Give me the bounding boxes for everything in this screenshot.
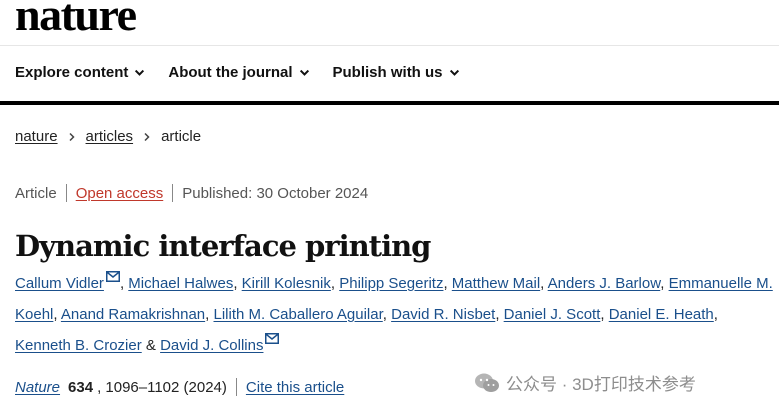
nav-explore-content-label: Explore content [15,64,129,81]
author-separator: , [330,275,336,292]
nav-publish-with-us-label: Publish with us [332,64,443,81]
mail-icon[interactable] [265,333,280,344]
author-link[interactable]: Anders J. Barlow [548,275,661,292]
open-access-link[interactable]: Open access [76,185,164,202]
author-link[interactable]: Daniel E. Heath [609,306,714,323]
nav-publish-with-us[interactable]: Publish with us [333,64,460,81]
author-separator: , [233,275,238,292]
author-separator: , [660,275,665,292]
chevron-down-icon [449,69,459,76]
chevron-right-icon [69,132,75,141]
author-link[interactable]: David R. Nisbet [391,306,495,323]
author-link[interactable]: Michael Halwes [128,275,233,292]
chevron-down-icon [299,69,309,76]
wechat-icon [475,373,499,392]
author-separator: , [540,275,545,292]
chevron-down-icon [135,69,145,76]
nav-about-journal-label: About the journal [168,64,293,81]
breadcrumb: nature articles article [15,128,201,145]
author-link[interactable]: David J. Collins [160,337,263,354]
breadcrumb-articles[interactable]: articles [86,128,134,145]
meta-divider [65,184,67,202]
main-nav: Explore content About the journal Publis… [15,64,460,81]
breadcrumb-article: article [161,128,202,145]
nature-logo[interactable]: nature [15,0,137,38]
nav-bottom-rule [0,101,779,105]
author-link[interactable]: Callum Vidler [15,275,104,292]
author-link[interactable]: Kenneth B. Crozier [15,337,142,354]
meta-divider [172,184,174,202]
author-separator: , [53,306,58,323]
breadcrumb-nature[interactable]: nature [15,128,58,145]
mail-icon[interactable] [105,271,120,282]
author-link[interactable]: Kirill Kolesnik [242,275,331,292]
author-separator: , [205,306,210,323]
cite-this-article-link[interactable]: Cite this article [246,379,344,396]
watermark: 公众号 · 3D打印技术参考 [474,370,696,395]
author-joiner: & [145,337,156,354]
journal-link[interactable]: Nature [15,379,60,396]
author-link[interactable]: Anand Ramakrishnan [61,306,205,323]
author-link[interactable]: Philipp Segeritz [339,275,443,292]
author-separator: , [600,306,605,323]
chevron-right-icon [144,132,150,141]
header-divider [0,45,779,46]
nav-about-journal[interactable]: About the journal [168,64,309,81]
article-type: Article [15,184,57,202]
nav-explore-content[interactable]: Explore content [15,64,145,81]
citation-divider [235,378,237,396]
author-link[interactable]: Daniel J. Scott [504,306,601,323]
watermark-text: 公众号 · 3D打印技术参考 [506,375,696,394]
author-link[interactable]: Matthew Mail [452,275,540,292]
author-separator: , [713,306,718,323]
published-date: Published: 30 October 2024 [182,184,369,202]
author-list: Callum Vidler, Michael Halwes, Kirill Ko… [15,268,775,361]
author-separator: , [382,306,387,323]
journal-volume: 634 [68,378,94,396]
article-meta: Article Open access Published: 30 Octobe… [15,184,368,202]
page: nature Explore content About the journal… [0,0,779,415]
author-separator: , [495,306,500,323]
author-separator: , [119,275,125,292]
citation-line: Nature 634 , 1096–1102 (2024) Cite this … [15,378,344,396]
author-separator: , [443,275,448,292]
pages-year: , 1096–1102 (2024) [97,378,227,396]
author-link[interactable]: Lilith M. Caballero Aguilar [214,306,383,323]
article-title: Dynamic interface printing [15,229,431,264]
